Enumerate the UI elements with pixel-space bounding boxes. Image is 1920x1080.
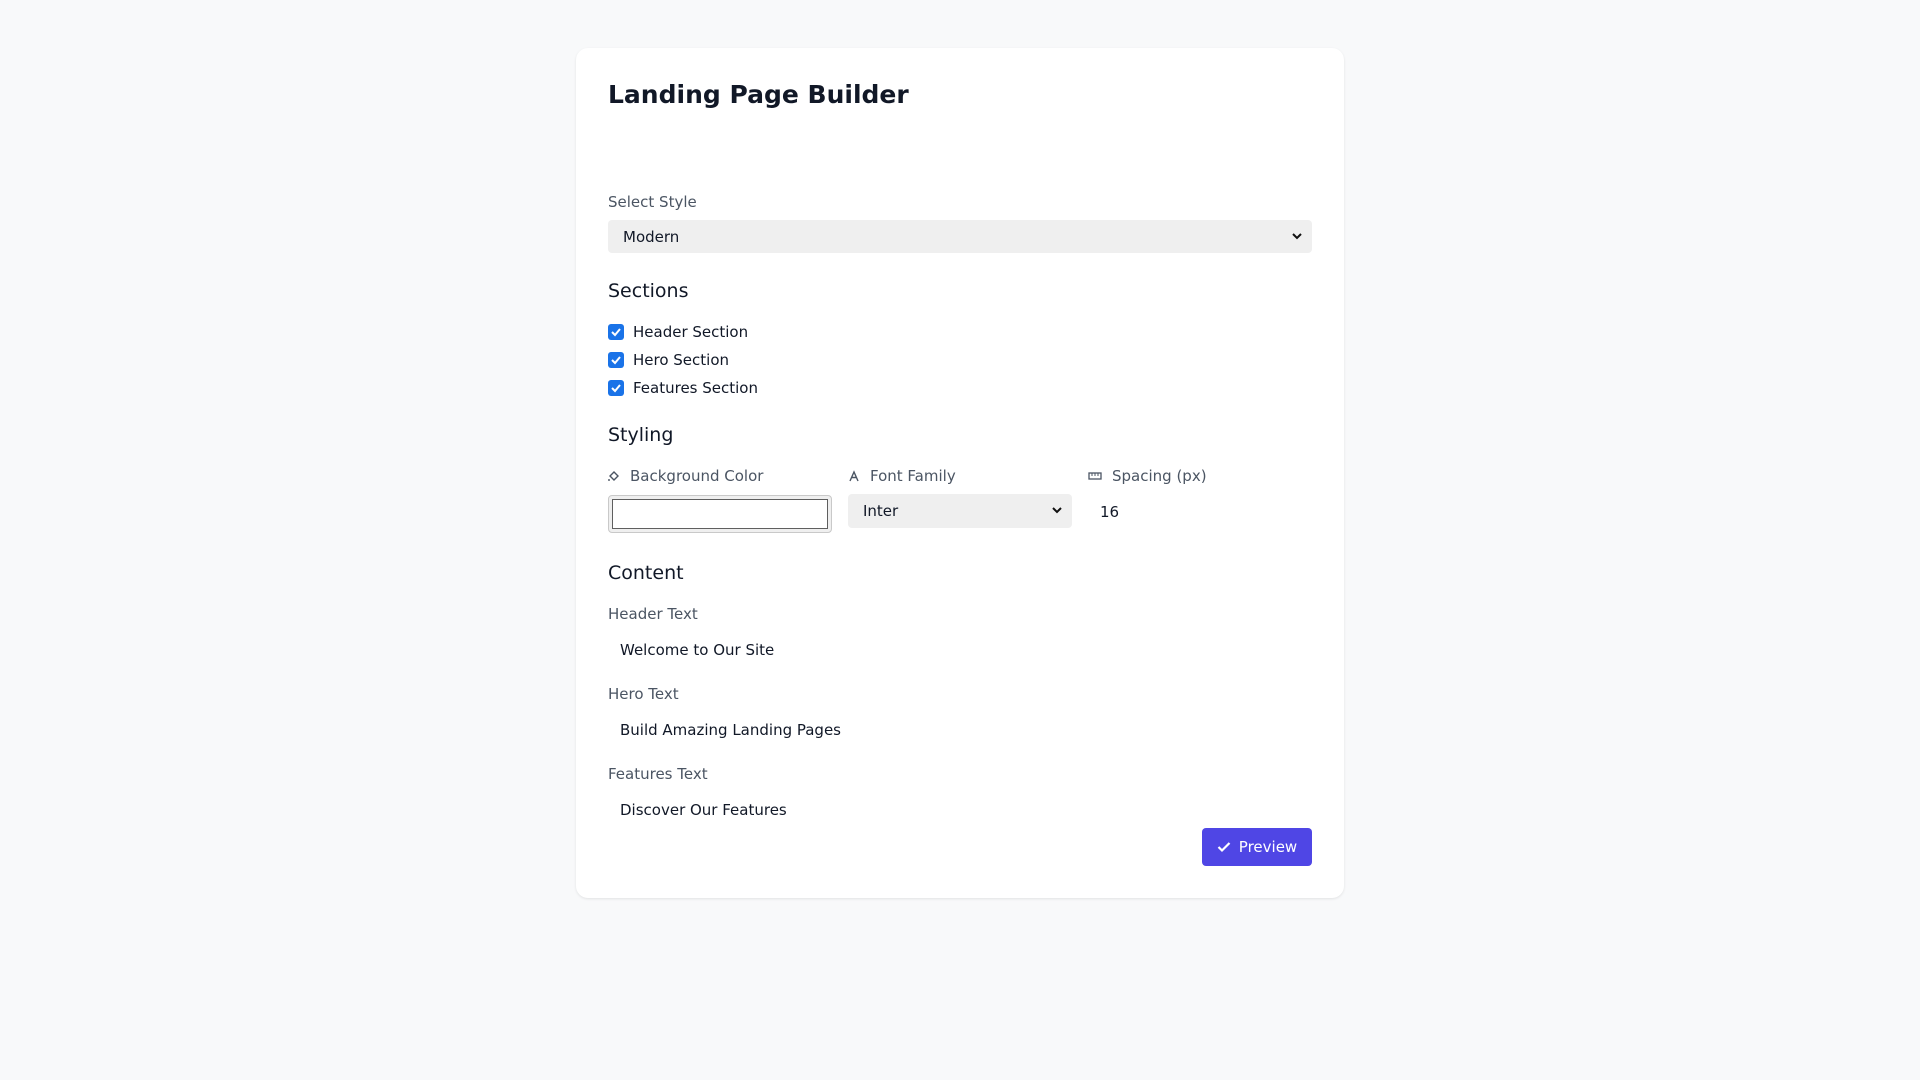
spacing-label-row: Spacing (px) (1088, 467, 1207, 485)
font-family-label-row: Font Family (848, 467, 956, 485)
checkbox-label: Header Section (633, 323, 749, 341)
paint-bucket-icon (608, 471, 619, 481)
content-heading: Content (608, 562, 684, 584)
background-color-label: Background Color (630, 467, 764, 485)
font-family-label: Font Family (870, 467, 956, 485)
hero-section-checkbox[interactable] (608, 352, 624, 368)
style-select-label: Select Style (608, 193, 697, 211)
spacing-label: Spacing (px) (1112, 467, 1207, 485)
header-text-label: Header Text (608, 605, 698, 623)
checkbox-label: Features Section (633, 379, 758, 397)
style-select[interactable]: Modern (608, 220, 1312, 253)
style-select-value: Modern (623, 227, 680, 246)
sections-heading: Sections (608, 280, 689, 302)
checkbox-row-hero[interactable]: Hero Section (608, 351, 729, 369)
hero-text-input[interactable]: Build Amazing Landing Pages (620, 721, 841, 739)
spacing-input[interactable]: 16 (1100, 503, 1119, 521)
checkbox-row-features[interactable]: Features Section (608, 379, 758, 397)
check-icon (611, 328, 621, 337)
preview-button[interactable]: Preview (1202, 828, 1312, 866)
features-text-input[interactable]: Discover Our Features (620, 801, 787, 819)
chevron-down-icon (1052, 507, 1062, 514)
checkbox-row-header[interactable]: Header Section (608, 323, 748, 341)
check-icon (611, 384, 621, 393)
font-family-value: Inter (863, 502, 899, 520)
features-section-checkbox[interactable] (608, 380, 624, 396)
chevron-down-icon (1292, 233, 1302, 240)
background-color-label-row: Background Color (608, 467, 763, 485)
header-text-input[interactable]: Welcome to Our Site (620, 641, 774, 659)
features-text-label: Features Text (608, 765, 708, 783)
checkbox-label: Hero Section (633, 351, 730, 369)
background-color-input[interactable] (608, 495, 832, 533)
preview-button-label: Preview (1238, 838, 1298, 856)
builder-card: Landing Page Builder Select Style Modern… (576, 48, 1344, 898)
check-icon (1217, 842, 1231, 853)
page-title: Landing Page Builder (608, 80, 909, 109)
color-swatch (612, 499, 828, 529)
check-icon (611, 356, 621, 365)
header-section-checkbox[interactable] (608, 324, 624, 340)
font-family-select[interactable]: Inter (848, 494, 1072, 528)
styling-heading: Styling (608, 424, 674, 446)
ruler-icon (1088, 472, 1102, 480)
hero-text-label: Hero Text (608, 685, 679, 703)
font-icon (849, 470, 859, 482)
